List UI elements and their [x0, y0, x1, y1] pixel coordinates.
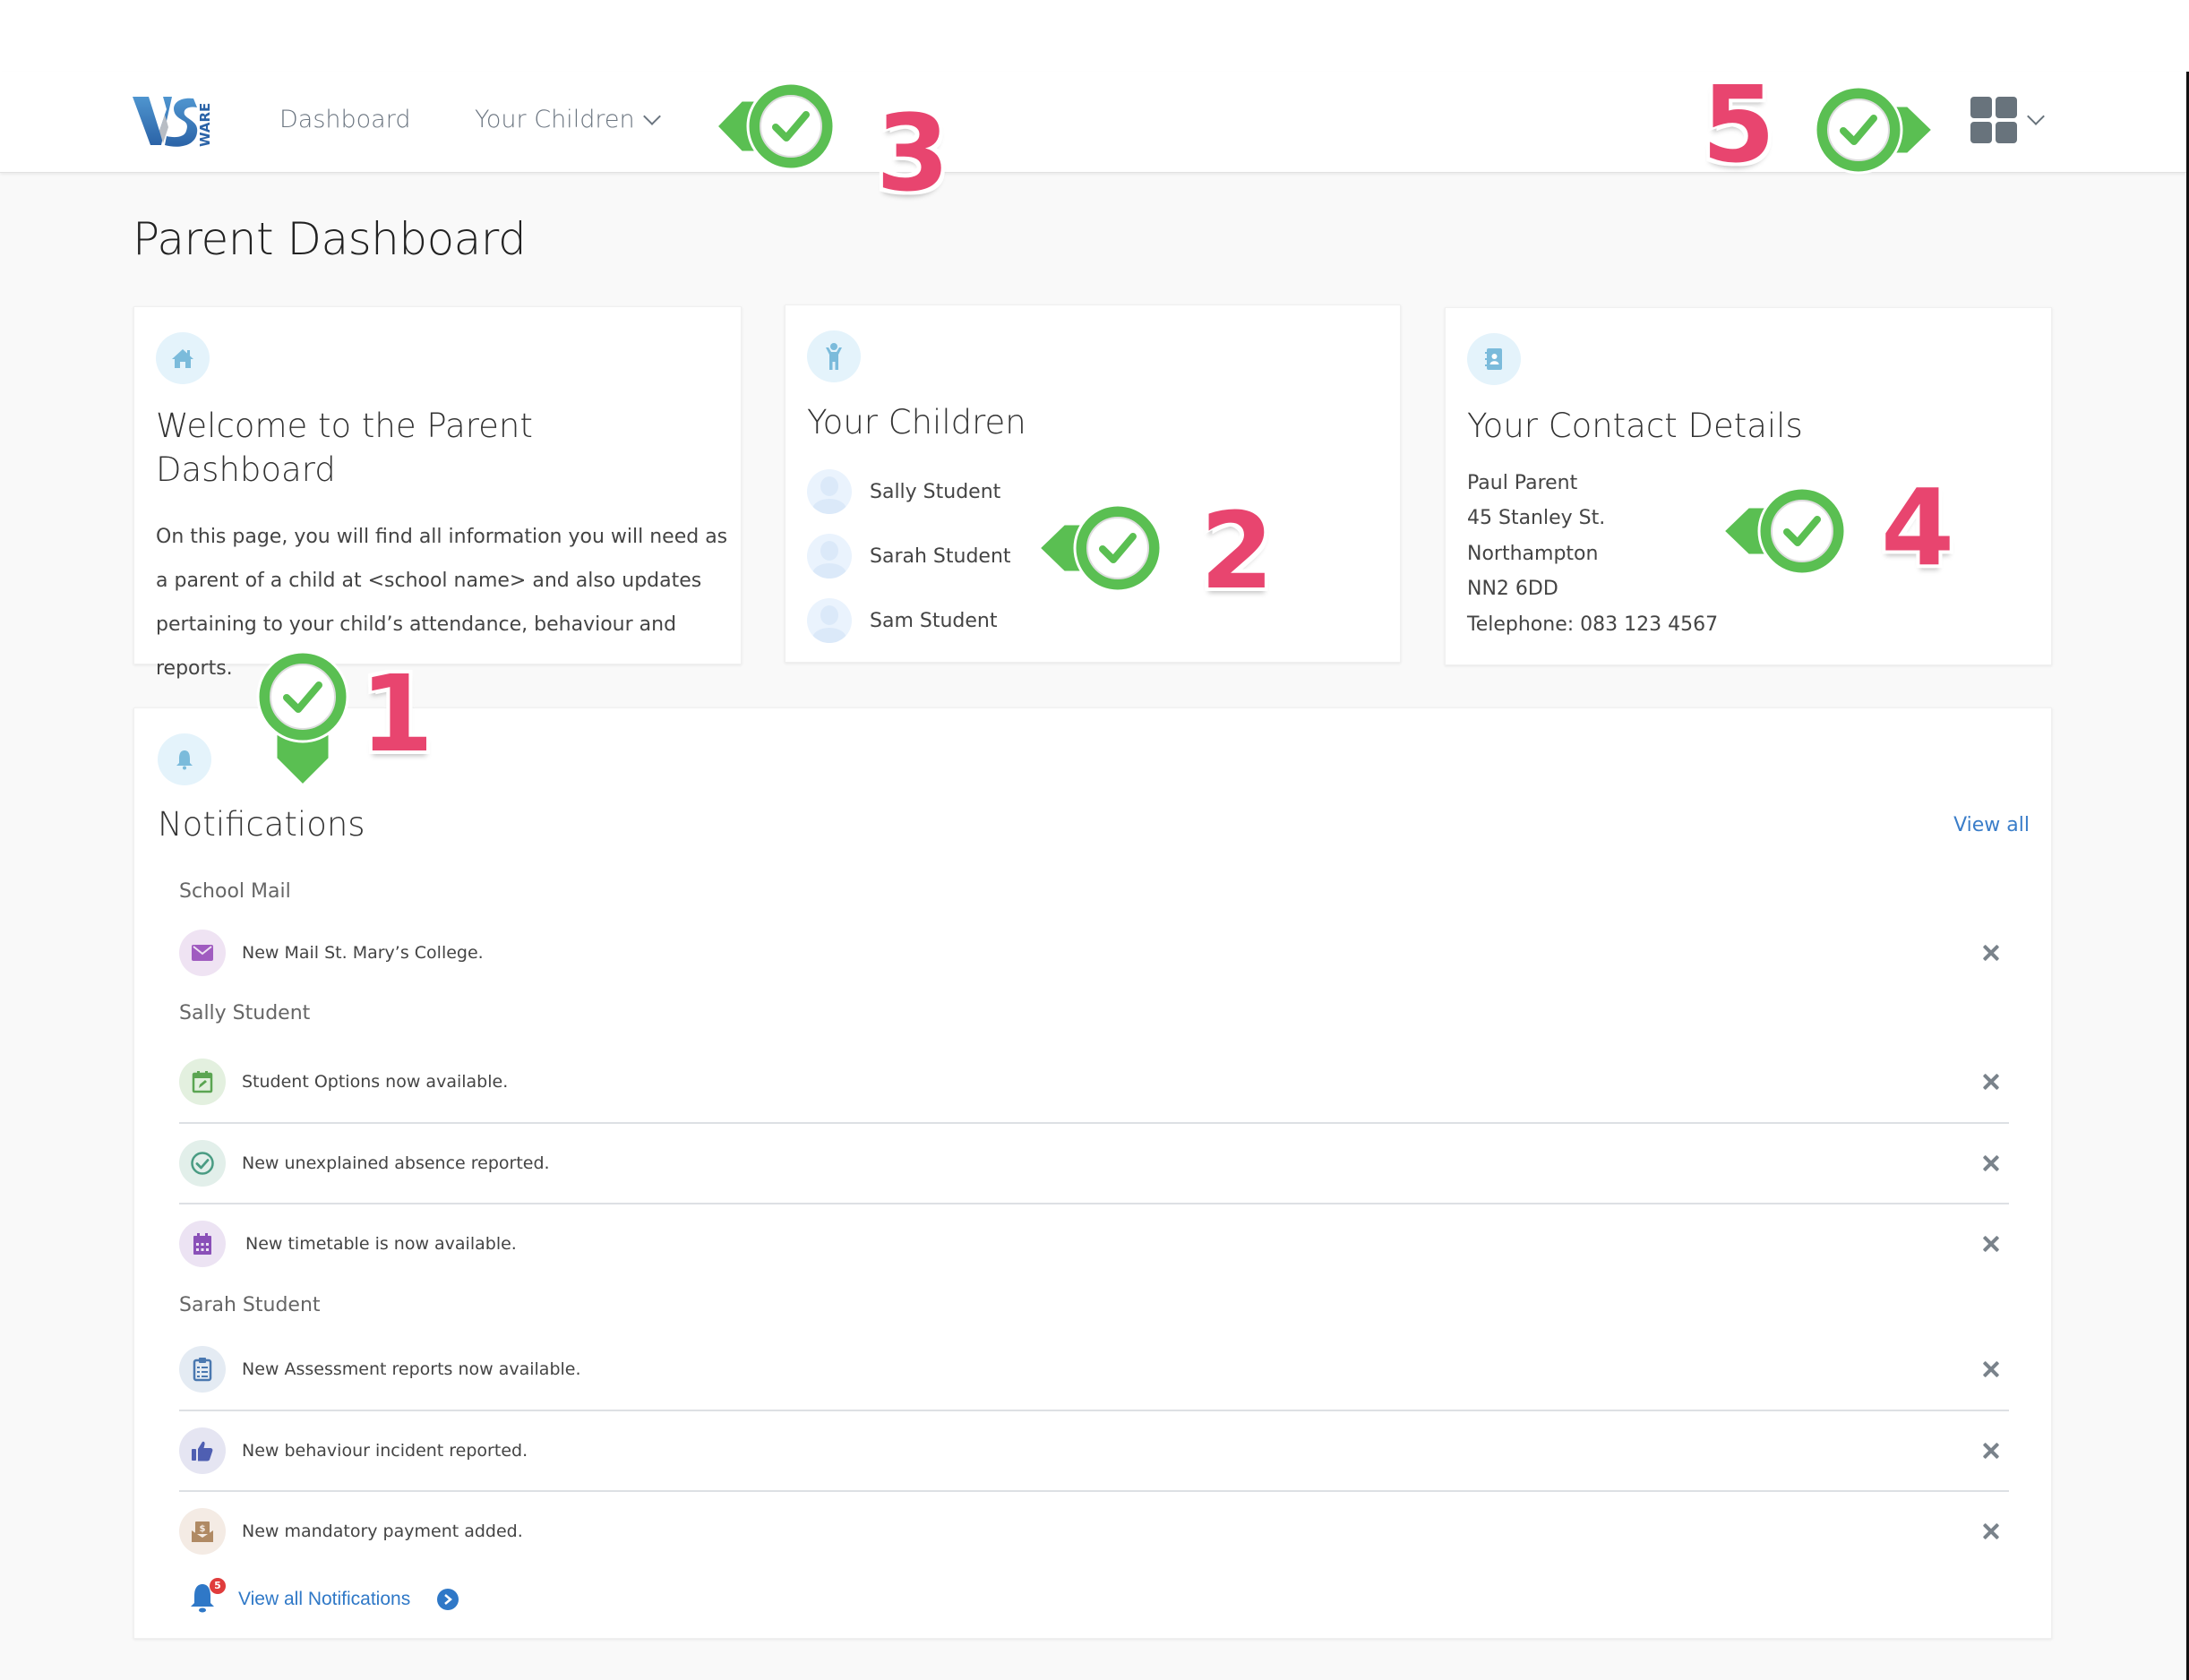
child-name: Sam Student — [870, 609, 998, 632]
view-all-notifications-link[interactable]: 5 View all Notifications — [188, 1578, 459, 1617]
svg-text:$: $ — [200, 1524, 206, 1534]
grid-icon — [1970, 97, 2017, 143]
avatar — [807, 469, 852, 514]
contact-telephone: Telephone: 083 123 4567 — [1467, 613, 1719, 636]
contact-details-title: Your Contact Details — [1467, 407, 1803, 445]
contact-name: Paul Parent — [1467, 472, 1578, 494]
notification-row[interactable]: Student Options now available. — [179, 1041, 2009, 1122]
notification-text: New Mail St. Mary’s College. — [242, 943, 484, 963]
close-icon[interactable] — [1980, 1153, 2002, 1174]
close-icon[interactable] — [1980, 1359, 2002, 1380]
annotation-marker-4 — [1713, 482, 1856, 584]
chevron-right-circle-icon — [437, 1589, 459, 1610]
check-circle-icon — [179, 1140, 226, 1187]
thumbs-up-icon — [179, 1427, 226, 1474]
notifications-title: Notifications — [158, 805, 365, 844]
your-children-card: Your Children Sally Student Sarah Studen… — [785, 304, 1401, 663]
annotation-number-2: 2 — [1200, 489, 1275, 613]
payment-envelope-icon: $ — [179, 1508, 226, 1555]
close-icon[interactable] — [1980, 1440, 2002, 1461]
notification-row[interactable]: New Mail St. Mary’s College. — [179, 913, 2009, 993]
contact-city: Northampton — [1467, 543, 1599, 565]
notification-text: New behaviour incident reported. — [242, 1441, 528, 1461]
vsware-logo[interactable]: WARE — [133, 91, 215, 150]
contact-postcode: NN2 6DD — [1467, 578, 1558, 600]
address-book-icon — [1467, 333, 1521, 385]
logo-text: WARE — [197, 103, 213, 147]
apps-menu-button[interactable] — [1970, 97, 2045, 143]
notification-text: Student Options now available. — [242, 1072, 509, 1092]
calendar-icon — [179, 1221, 226, 1267]
close-icon[interactable] — [1980, 1521, 2002, 1542]
calendar-edit-icon — [179, 1059, 226, 1105]
your-children-title: Your Children — [807, 403, 1026, 441]
child-item-sarah[interactable]: Sarah Student — [807, 534, 1011, 579]
notification-row[interactable]: New behaviour incident reported. — [179, 1410, 2009, 1490]
notification-bell-icon: 5 — [188, 1578, 226, 1617]
chevron-down-icon — [642, 107, 661, 125]
nav-your-children-label: Your Children — [475, 106, 635, 133]
notification-count-badge: 5 — [210, 1578, 226, 1594]
view-all-notifications-label: View all Notifications — [238, 1589, 411, 1609]
notification-text: New timetable is now available. — [245, 1234, 517, 1254]
group-label-sally-student: Sally Student — [179, 1002, 311, 1024]
notifications-card: Notifications View all School Mail New M… — [133, 707, 2052, 1639]
avatar — [807, 598, 852, 643]
child-name: Sarah Student — [870, 544, 1011, 568]
nav-dashboard-label: Dashboard — [279, 106, 411, 133]
welcome-title: Welcome to the Parent Dashboard — [156, 407, 533, 489]
notification-row[interactable]: New unexplained absence reported. — [179, 1122, 2009, 1203]
chevron-down-icon — [2027, 107, 2045, 125]
notification-text: New unexplained absence reported. — [242, 1153, 550, 1173]
welcome-card: Welcome to the Parent Dashboard On this … — [133, 306, 742, 680]
annotation-marker-5 — [1809, 81, 1944, 183]
annotation-marker-2 — [1028, 499, 1172, 601]
page-title: Parent Dashboard — [133, 213, 527, 265]
annotation-marker-1 — [251, 647, 355, 793]
notification-row[interactable]: New Assessment reports now available. — [179, 1329, 2009, 1410]
child-name: Sally Student — [870, 480, 1001, 503]
notification-row[interactable]: New timetable is now available. — [179, 1203, 2009, 1283]
welcome-body: On this page, you will find all informat… — [156, 526, 728, 680]
child-item-sam[interactable]: Sam Student — [807, 598, 997, 643]
home-icon — [156, 332, 210, 384]
annotation-number-3: 3 — [876, 91, 950, 215]
avatar — [807, 534, 852, 579]
notification-text: New mandatory payment added. — [242, 1521, 523, 1541]
group-label-school-mail: School Mail — [179, 880, 291, 903]
view-all-link[interactable]: View all — [1953, 814, 2030, 836]
nav-your-children-dropdown[interactable]: Your Children — [475, 106, 661, 133]
close-icon[interactable] — [1980, 1071, 2002, 1093]
child-icon — [807, 330, 861, 382]
notification-text: New Assessment reports now available. — [242, 1359, 581, 1379]
annotation-number-5: 5 — [1702, 63, 1776, 186]
annotation-number-4: 4 — [1881, 466, 1955, 589]
notification-row[interactable]: $ New mandatory payment added. — [179, 1490, 2009, 1571]
nav-dashboard[interactable]: Dashboard — [279, 106, 410, 133]
child-item-sally[interactable]: Sally Student — [807, 469, 1000, 514]
close-icon[interactable] — [1980, 942, 2002, 964]
close-icon[interactable] — [1980, 1233, 2002, 1255]
group-label-sarah-student: Sarah Student — [179, 1294, 321, 1316]
envelope-icon — [179, 930, 226, 976]
annotation-marker-3 — [706, 77, 840, 179]
annotation-number-1: 1 — [360, 652, 434, 776]
contact-address-line1: 45 Stanley St. — [1467, 507, 1606, 529]
clipboard-list-icon — [179, 1346, 226, 1393]
bell-icon — [158, 733, 211, 785]
